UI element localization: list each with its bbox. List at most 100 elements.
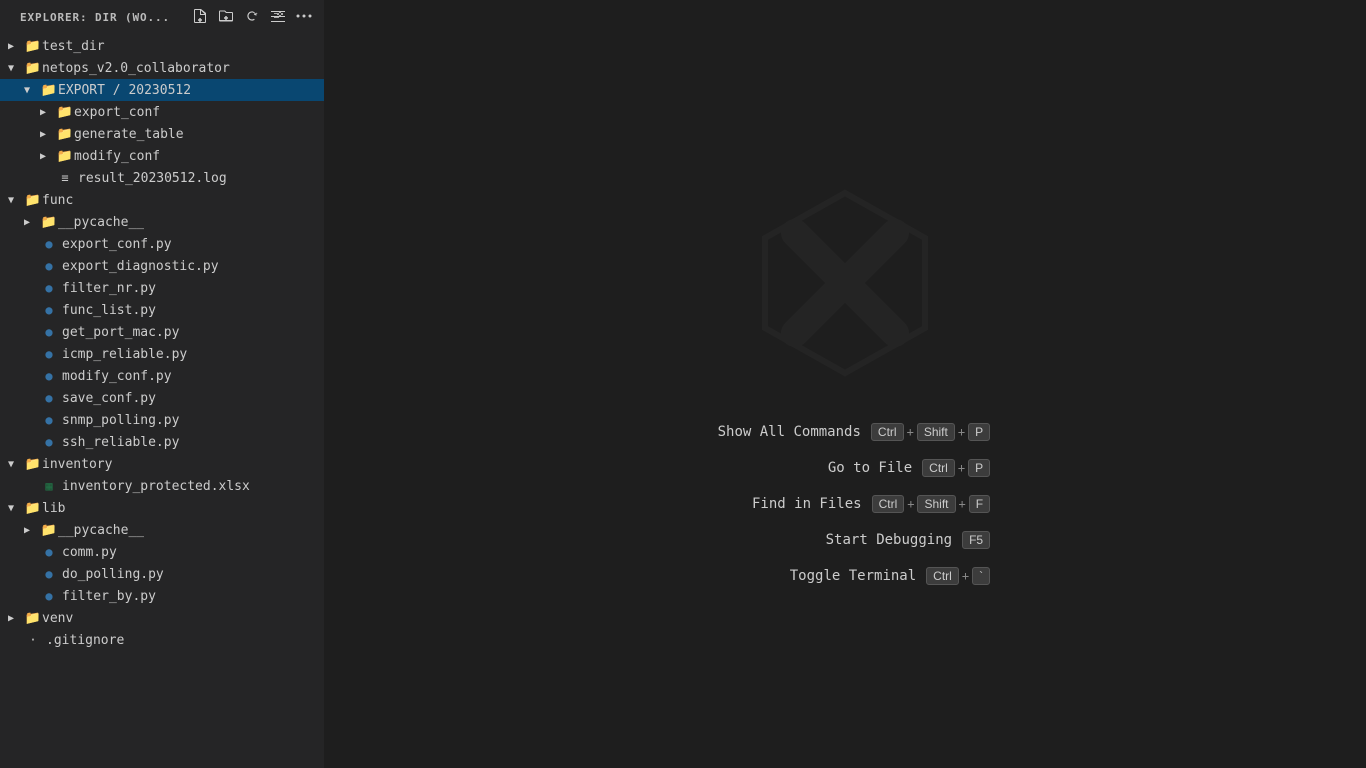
welcome-container: Show All CommandsCtrl+Shift+PGo to FileC… [701, 183, 990, 585]
tree-item-comm.py[interactable]: ● comm.py [0, 541, 324, 563]
tree-label: .gitignore [46, 633, 124, 648]
key-badge: Shift [917, 423, 955, 441]
tree-item-result_20230512.log[interactable]: ≡ result_20230512.log [0, 167, 324, 189]
tree-item-lib[interactable]: ▼ 📁 lib [0, 497, 324, 519]
key-badge: Ctrl [871, 423, 904, 441]
tree-label: generate_table [74, 127, 184, 142]
new-folder-icon[interactable] [216, 6, 236, 30]
tree-item-venv[interactable]: ▶ 📁 venv [0, 607, 324, 629]
shortcut-list: Show All CommandsCtrl+Shift+PGo to FileC… [701, 423, 990, 585]
tree-item-func[interactable]: ▼ 📁 func [0, 189, 324, 211]
folder-icon: 📁 [56, 127, 74, 142]
collapse-icon[interactable] [268, 6, 288, 30]
key-badge: Shift [917, 495, 955, 513]
folder-arrow: ▼ [8, 503, 24, 514]
py-icon: ● [40, 237, 58, 251]
sidebar-header-actions [190, 6, 314, 30]
tree-item-filter_nr.py[interactable]: ● filter_nr.py [0, 277, 324, 299]
tree-item-func_list.py[interactable]: ● func_list.py [0, 299, 324, 321]
tree-label: lib [42, 501, 65, 516]
tree-item-.gitignore[interactable]: · .gitignore [0, 629, 324, 651]
tree-label: snmp_polling.py [62, 413, 179, 428]
tree-item-filter_by.py[interactable]: ● filter_by.py [0, 585, 324, 607]
xlsx-icon: ▦ [40, 479, 58, 493]
py-icon: ● [40, 369, 58, 383]
tree-item-inventory_protected.xlsx[interactable]: ▦ inventory_protected.xlsx [0, 475, 324, 497]
tree-label: netops_v2.0_collaborator [42, 61, 230, 76]
tree-label: filter_by.py [62, 589, 156, 604]
tree-label: export_diagnostic.py [62, 259, 219, 274]
py-icon: ● [40, 545, 58, 559]
key-badge: F5 [962, 531, 990, 549]
tree-item-__pycache__[interactable]: ▶ 📁 __pycache__ [0, 211, 324, 233]
tree-item-netops_v2.0_collaborator[interactable]: ▼ 📁 netops_v2.0_collaborator [0, 57, 324, 79]
tree-item-do_polling.py[interactable]: ● do_polling.py [0, 563, 324, 585]
main-area: Show All CommandsCtrl+Shift+PGo to FileC… [325, 0, 1366, 768]
tree-label: test_dir [42, 39, 105, 54]
refresh-icon[interactable] [242, 6, 262, 30]
log-icon: ≡ [56, 171, 74, 185]
tree-item-icmp_reliable.py[interactable]: ● icmp_reliable.py [0, 343, 324, 365]
folder-arrow: ▶ [24, 525, 40, 536]
folder-icon: 📁 [56, 149, 74, 164]
folder-arrow: ▼ [8, 459, 24, 470]
folder-arrow: ▶ [40, 151, 56, 162]
tree-item-modify_conf.py[interactable]: ● modify_conf.py [0, 365, 324, 387]
tree-label: EXPORT / 20230512 [58, 83, 191, 98]
folder-icon: 📁 [40, 215, 58, 230]
tree-label: inventory_protected.xlsx [62, 479, 250, 494]
tree-label: __pycache__ [58, 523, 144, 538]
key-badge: P [968, 459, 990, 477]
tree-item-EXPORT_20230512[interactable]: ▼ 📁 EXPORT / 20230512 [0, 79, 324, 101]
folder-arrow: ▶ [40, 107, 56, 118]
tree-item-modify_conf[interactable]: ▶ 📁 modify_conf [0, 145, 324, 167]
tree-label: modify_conf.py [62, 369, 172, 384]
key-badge: Ctrl [922, 459, 955, 477]
more-icon[interactable] [294, 6, 314, 30]
shortcut-keys: Ctrl+Shift+F [872, 495, 991, 513]
sidebar-title: EXPLORER: DIR (WO... [20, 11, 170, 24]
tree-item-__pycache__2[interactable]: ▶ 📁 __pycache__ [0, 519, 324, 541]
tree-label: ssh_reliable.py [62, 435, 179, 450]
tree-label: __pycache__ [58, 215, 144, 230]
new-file-icon[interactable] [190, 6, 210, 30]
folder-icon: 📁 [24, 39, 42, 54]
shortcut-keys: Ctrl+Shift+P [871, 423, 990, 441]
tree-label: result_20230512.log [78, 171, 227, 186]
folder-arrow: ▼ [8, 195, 24, 206]
tree-item-test_dir[interactable]: ▶ 📁 test_dir [0, 35, 324, 57]
folder-icon: 📁 [40, 83, 58, 98]
folder-icon: 📁 [24, 457, 42, 472]
tree-item-generate_table[interactable]: ▶ 📁 generate_table [0, 123, 324, 145]
shortcut-keys: Ctrl+P [922, 459, 990, 477]
key-badge: F [969, 495, 990, 513]
folder-arrow: ▼ [8, 63, 24, 74]
folder-arrow: ▶ [40, 129, 56, 140]
folder-icon: 📁 [24, 61, 42, 76]
key-plus: + [907, 497, 914, 511]
py-icon: ● [40, 303, 58, 317]
tree-item-export_conf.py[interactable]: ● export_conf.py [0, 233, 324, 255]
py-icon: ● [40, 325, 58, 339]
tree-label: comm.py [62, 545, 117, 560]
py-icon: ● [40, 567, 58, 581]
shortcut-keys: Ctrl+` [926, 567, 990, 585]
key-badge: Ctrl [872, 495, 905, 513]
folder-icon: 📁 [24, 193, 42, 208]
tree-label: save_conf.py [62, 391, 156, 406]
key-plus: + [907, 425, 914, 439]
py-icon: ● [40, 589, 58, 603]
tree-item-export_conf[interactable]: ▶ 📁 export_conf [0, 101, 324, 123]
tree-label: filter_nr.py [62, 281, 156, 296]
tree-item-get_port_mac.py[interactable]: ● get_port_mac.py [0, 321, 324, 343]
folder-icon: 📁 [24, 501, 42, 516]
tree-item-export_diagnostic.py[interactable]: ● export_diagnostic.py [0, 255, 324, 277]
tree-item-inventory[interactable]: ▼ 📁 inventory [0, 453, 324, 475]
tree-label: modify_conf [74, 149, 160, 164]
tree-label: export_conf.py [62, 237, 172, 252]
tree-item-snmp_polling.py[interactable]: ● snmp_polling.py [0, 409, 324, 431]
tree-item-ssh_reliable.py[interactable]: ● ssh_reliable.py [0, 431, 324, 453]
py-icon: ● [40, 391, 58, 405]
shortcut-label: Show All Commands [701, 424, 861, 440]
tree-item-save_conf.py[interactable]: ● save_conf.py [0, 387, 324, 409]
